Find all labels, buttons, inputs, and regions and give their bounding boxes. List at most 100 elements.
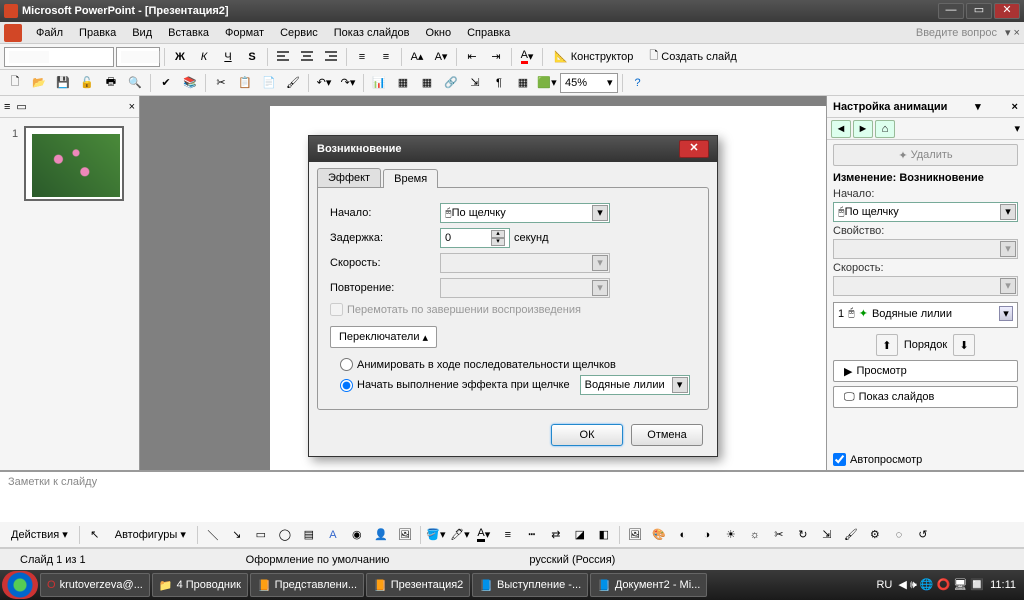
italic-button[interactable]: К (193, 46, 215, 68)
taskpane-menu-dropdown[interactable]: ▾ (1014, 122, 1020, 135)
spellcheck-button[interactable]: ✔ (155, 72, 177, 94)
taskbar-item-3[interactable]: 📙Презентация2 (366, 573, 470, 597)
question-box[interactable]: Введите вопрос (916, 27, 1001, 39)
reset-tool[interactable]: ↺ (912, 524, 934, 546)
fill-color-tool[interactable]: 🪣▾ (425, 524, 447, 546)
taskbar-item-1[interactable]: 📁4 Проводник (152, 573, 248, 597)
taskbar-item-0[interactable]: Okrutoverzeva@... (40, 573, 150, 597)
increase-indent-button[interactable]: ⇥ (485, 46, 507, 68)
format-painter-button[interactable]: 🖌 (282, 72, 304, 94)
shadow-tool[interactable]: ◪ (569, 524, 591, 546)
menu-view[interactable]: Вид (124, 25, 160, 41)
menu-format[interactable]: Формат (217, 25, 272, 41)
font-combo[interactable] (4, 47, 114, 67)
taskbar-item-5[interactable]: 📘Документ2 - Mi... (590, 573, 707, 597)
less-bright-tool[interactable]: ☼ (744, 524, 766, 546)
tray-icons[interactable]: ◀ 🕪 🌐 ⭕ 🖥 🔲 (898, 578, 984, 592)
align-left-button[interactable] (272, 46, 294, 68)
radio-sequence-input[interactable] (340, 358, 353, 371)
autoshapes-menu[interactable]: Автофигуры ▾ (108, 524, 193, 546)
increase-font-button[interactable]: A▴ (406, 46, 428, 68)
start-select[interactable]: 🖰 По щелчку▾ (833, 202, 1018, 222)
diagram-tool[interactable]: ◉ (346, 524, 368, 546)
ok-button[interactable]: ОК (551, 424, 623, 446)
color-button[interactable]: 🟩▾ (536, 72, 558, 94)
menu-edit[interactable]: Правка (71, 25, 124, 41)
taskpane-home-button[interactable]: ⌂ (875, 120, 895, 138)
print-preview-button[interactable]: 🔍 (124, 72, 146, 94)
close-button[interactable]: ✕ (994, 3, 1020, 19)
line-tool[interactable]: ＼ (202, 524, 224, 546)
minimize-button[interactable]: — (938, 3, 964, 19)
tray-lang[interactable]: RU (876, 579, 892, 591)
oval-tool[interactable]: ◯ (274, 524, 296, 546)
picture-insert-tool[interactable]: 🖼 (624, 524, 646, 546)
trigger-object-select[interactable]: Водяные лилии▾ (580, 375, 690, 395)
decrease-font-button[interactable]: A▾ (430, 46, 452, 68)
chart-button[interactable]: 📊 (368, 72, 390, 94)
autopreview-input[interactable] (833, 453, 846, 466)
menu-window[interactable]: Окно (418, 25, 460, 41)
slideshow-button[interactable]: 🖵 Показ слайдов (833, 386, 1018, 408)
taskbar-item-4[interactable]: 📘Выступление -... (472, 573, 588, 597)
notes-pane[interactable]: Заметки к слайду (0, 470, 1024, 522)
paste-button[interactable]: 📄 (258, 72, 280, 94)
autopreview-checkbox[interactable]: Автопросмотр (827, 449, 1024, 470)
bullet-list-button[interactable]: ≡ (375, 46, 397, 68)
bold-button[interactable]: Ж (169, 46, 191, 68)
start-button[interactable] (2, 571, 38, 599)
help-button[interactable]: ? (627, 72, 649, 94)
dlg-delay-spinner[interactable]: ▴▾ (440, 228, 510, 248)
taskpane-fwd-button[interactable]: ► (853, 120, 873, 138)
show-formatting-button[interactable]: ¶ (488, 72, 510, 94)
menu-help[interactable]: Справка (459, 25, 518, 41)
slide-thumbnail-1[interactable]: 1 (24, 126, 124, 201)
change-effect-button[interactable]: ✦ Удалить (833, 144, 1018, 166)
expand-button[interactable]: ⇲ (464, 72, 486, 94)
tab-effect[interactable]: Эффект (317, 168, 381, 187)
arrow-style-tool[interactable]: ⇄ (545, 524, 567, 546)
recolor-tool[interactable]: 🖌 (840, 524, 862, 546)
format-picture-tool[interactable]: ⚙ (864, 524, 886, 546)
office-icon[interactable] (4, 24, 22, 42)
arrow-tool[interactable]: ↘ (226, 524, 248, 546)
save-button[interactable]: 💾 (52, 72, 74, 94)
more-bright-tool[interactable]: ☀ (720, 524, 742, 546)
copy-button[interactable]: 📋 (234, 72, 256, 94)
actions-menu[interactable]: Действия ▾ (4, 524, 75, 546)
question-dropdown-icon[interactable]: ▾ × (1005, 26, 1020, 39)
dlg-start-select[interactable]: 🖰 По щелчку▾ (440, 203, 610, 223)
menu-slideshow[interactable]: Показ слайдов (326, 25, 418, 41)
rectangle-tool[interactable]: ▭ (250, 524, 272, 546)
more-contrast-tool[interactable]: ◐ (672, 524, 694, 546)
font-color-tool[interactable]: A▾ (473, 524, 495, 546)
rotate-tool[interactable]: ↻ (792, 524, 814, 546)
zoom-value[interactable] (565, 77, 605, 89)
font-color-button[interactable]: A▾ (516, 46, 538, 68)
taskpane-close-icon[interactable]: × (1009, 101, 1018, 113)
crop-tool[interactable]: ✂ (768, 524, 790, 546)
radio-onclick[interactable]: Начать выполнение эффекта при щелчке Вод… (340, 375, 696, 395)
item-dropdown[interactable]: ▾ (999, 306, 1013, 321)
align-center-button[interactable] (296, 46, 318, 68)
reorder-down-button[interactable]: ⬇ (953, 334, 975, 356)
new-button[interactable]: 🗋 (4, 72, 26, 94)
permission-button[interactable]: 🔓 (76, 72, 98, 94)
dash-style-tool[interactable]: ┅ (521, 524, 543, 546)
grid-button[interactable]: ▦ (512, 72, 534, 94)
shadow-button[interactable]: S (241, 46, 263, 68)
color-mode-tool[interactable]: 🎨 (648, 524, 670, 546)
research-button[interactable]: 📚 (179, 72, 201, 94)
undo-button[interactable]: ↶▾ (313, 72, 335, 94)
dialog-close-button[interactable]: ✕ (679, 140, 709, 158)
line-style-tool[interactable]: ≡ (497, 524, 519, 546)
compress-tool[interactable]: ⇲ (816, 524, 838, 546)
new-slide-button[interactable]: 🗋 Создать слайд (642, 46, 743, 68)
menu-insert[interactable]: Вставка (160, 25, 217, 41)
reorder-up-button[interactable]: ⬆ (876, 334, 898, 356)
3d-tool[interactable]: ◧ (593, 524, 615, 546)
triggers-toggle-button[interactable]: Переключатели ▴ (330, 326, 437, 348)
select-objects-button[interactable]: ↖ (84, 524, 106, 546)
tray-clock[interactable]: 11:11 (990, 579, 1016, 591)
slides-tab-icon[interactable]: ▭ (16, 100, 26, 113)
